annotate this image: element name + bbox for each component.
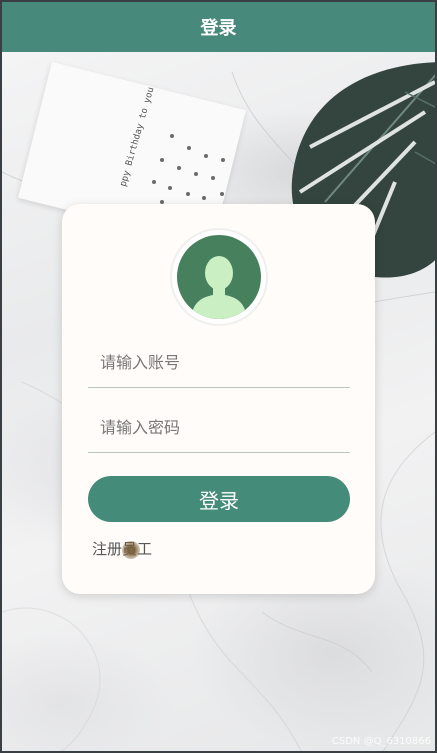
password-input[interactable]: [88, 403, 350, 452]
username-field: [88, 338, 350, 388]
password-field: [88, 403, 350, 453]
login-card: 登录 注册员工: [62, 204, 375, 594]
user-avatar-icon: [177, 235, 261, 319]
username-input[interactable]: [88, 338, 350, 387]
app-header: 登录: [2, 2, 435, 52]
touch-cursor-indicator: [122, 541, 140, 559]
avatar-ring: [172, 230, 266, 324]
watermark-text: CSDN @Q_6310866: [331, 736, 431, 747]
login-button[interactable]: 登录: [88, 476, 350, 522]
page-title: 登录: [200, 18, 237, 39]
app-frame: ppy Birthday to you 登录 请输入账号 登录 CSDN @Q_…: [0, 0, 437, 753]
